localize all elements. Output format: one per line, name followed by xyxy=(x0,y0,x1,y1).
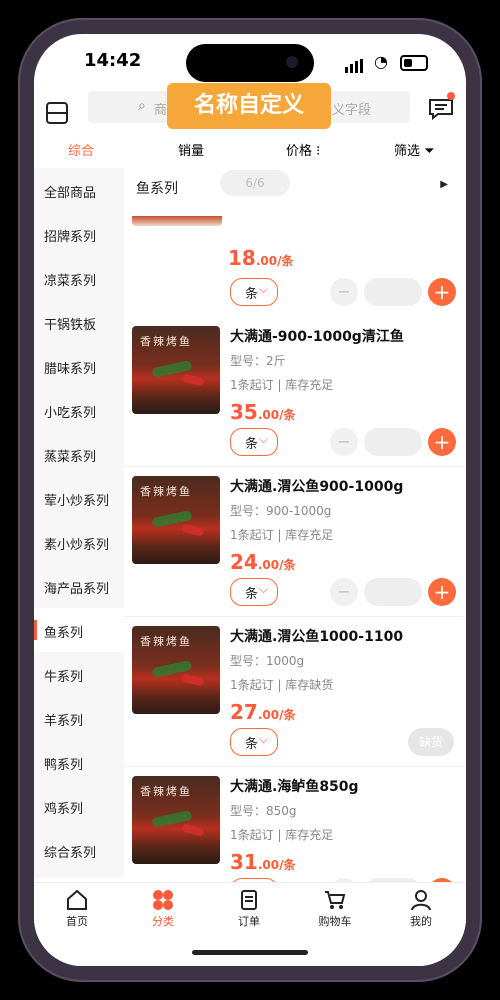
tab-profile[interactable]: 我的 xyxy=(378,889,464,929)
sort-bar: 综合 销量 价格 ⁝ 筛选 ⏷ xyxy=(34,136,466,162)
decrease-button[interactable]: − xyxy=(330,428,358,456)
chevron-down-icon: ⌵ xyxy=(259,282,269,296)
sidebar-item-chicken[interactable]: 鸡系列 xyxy=(34,784,124,828)
product-thumb: 香辣烤鱼 xyxy=(132,476,220,564)
product-price: 18.00/条 xyxy=(228,246,294,270)
sidebar-item-seafood[interactable]: 海产品系列 xyxy=(34,564,124,608)
sidebar-item-duck[interactable]: 鸭系列 xyxy=(34,740,124,784)
sidebar-item-steamed[interactable]: 蒸菜系列 xyxy=(34,432,124,476)
tab-category[interactable]: 分类 xyxy=(120,889,206,929)
tab-orders[interactable]: 订单 xyxy=(206,889,292,929)
product-name: 大满通.渭公鱼1000-1100 xyxy=(230,629,404,645)
product-price: 24.00/条 xyxy=(230,550,296,574)
product-thumb: 香辣烤鱼 xyxy=(132,626,220,714)
sidebar-item-beef[interactable]: 牛系列 xyxy=(34,652,124,696)
product-thumb-partial xyxy=(132,216,222,226)
sidebar-item-meat-stirfry[interactable]: 荤小炒系列 xyxy=(34,476,124,520)
message-icon[interactable] xyxy=(428,98,454,120)
page-indicator: 6/6 xyxy=(220,170,290,196)
sort-price[interactable]: 价格 ⁝ xyxy=(286,140,320,159)
product-price: 31.00/条 xyxy=(230,850,296,874)
product-stock: 1条起订 | 库存缺货 xyxy=(230,678,334,692)
home-icon xyxy=(67,889,87,910)
add-button[interactable]: + xyxy=(428,278,456,306)
unit-select[interactable]: 条⌵ xyxy=(230,278,278,306)
sidebar-item-lamb[interactable]: 羊系列 xyxy=(34,696,124,740)
app-screen: 14:42 ◔ ⌕ 商 义字段 名称自定义 综合 销量 价格 ⁝ 筛选 ⏷ 全部… xyxy=(34,34,466,966)
product-price: 27.00/条 xyxy=(230,700,296,724)
search-placeholder-left: 商 xyxy=(154,103,168,118)
product-model: 型号：850g xyxy=(230,804,297,818)
status-time: 14:42 xyxy=(84,50,142,71)
cart-icon xyxy=(325,891,346,909)
category-icon xyxy=(153,890,173,910)
camera-icon xyxy=(286,56,298,68)
sort-filter[interactable]: 筛选 ⏷ xyxy=(394,140,435,159)
product-model: 型号：1000g xyxy=(230,654,305,668)
category-sidebar: 全部商品 招牌系列 凉菜系列 干锅铁板 腊味系列 小吃系列 蒸菜系列 荤小炒系列… xyxy=(34,168,124,878)
sidebar-item-all[interactable]: 全部商品 xyxy=(34,168,124,212)
product-thumb: 香辣烤鱼 xyxy=(132,326,220,414)
wifi-icon: ◔ xyxy=(374,52,388,71)
unit-select[interactable]: 条⌵ xyxy=(230,428,278,456)
tab-cart[interactable]: 购物车 xyxy=(292,889,378,929)
product-name: 大满通.渭公鱼900-1000g xyxy=(230,479,404,495)
product-stock: 1条起订 | 库存充足 xyxy=(230,528,334,542)
filter-icon: ⏷ xyxy=(420,144,435,159)
sort-overall[interactable]: 综合 xyxy=(68,140,94,159)
sidebar-item-cold[interactable]: 凉菜系列 xyxy=(34,256,124,300)
user-icon xyxy=(411,890,431,911)
sidebar-item-fish[interactable]: 鱼系列 xyxy=(34,608,124,652)
product-name: 大满通-900-1000g清江鱼 xyxy=(230,329,404,345)
order-icon xyxy=(241,890,257,910)
top-bar: ⌕ 商 义字段 名称自定义 xyxy=(34,83,466,136)
sidebar-item-mixed[interactable]: 综合系列 xyxy=(34,828,124,872)
status-bar: 14:42 ◔ xyxy=(34,34,466,86)
tab-home[interactable]: 首页 xyxy=(34,889,120,929)
home-indicator xyxy=(192,950,308,955)
unit-select[interactable]: 条⌵ xyxy=(230,728,278,756)
decrease-button[interactable]: − xyxy=(330,278,358,306)
product-name: 大满通.海鲈鱼850g xyxy=(230,779,359,795)
quantity-input[interactable] xyxy=(364,428,422,456)
battery-icon xyxy=(400,55,428,71)
sidebar-item-signature[interactable]: 招牌系列 xyxy=(34,212,124,256)
scan-icon[interactable] xyxy=(46,102,68,124)
product-thumb: 香辣烤鱼 xyxy=(132,776,220,864)
filter-label: 筛选 xyxy=(394,144,421,159)
sidebar-item-veg-stirfry[interactable]: 素小炒系列 xyxy=(34,520,124,564)
sidebar-item-snack[interactable]: 小吃系列 xyxy=(34,388,124,432)
chevron-down-icon: ⌵ xyxy=(259,432,269,446)
product-model: 型号：900-1000g xyxy=(230,504,332,518)
sort-sales[interactable]: 销量 xyxy=(178,140,204,159)
series-title: 鱼系列 xyxy=(136,181,178,197)
sidebar-item-cured[interactable]: 腊味系列 xyxy=(34,344,124,388)
unit-select[interactable]: 条⌵ xyxy=(230,578,278,606)
product-list: 鱼系列 ▶ 6/6 18.00/条 条 ⌵ − + 香辣烤鱼 大满通-900-10… xyxy=(124,168,466,917)
add-button[interactable]: + xyxy=(428,578,456,606)
decrease-button[interactable]: − xyxy=(330,578,358,606)
search-placeholder-right: 义字段 xyxy=(332,103,372,118)
sold-out-button: 缺货 xyxy=(408,728,454,756)
product-card[interactable]: 香辣烤鱼 大满通-900-1000g清江鱼 型号：2斤 1条起订 | 库存充足 … xyxy=(124,316,466,467)
quantity-input[interactable] xyxy=(364,578,422,606)
product-stock: 1条起订 | 库存充足 xyxy=(230,378,334,392)
series-arrow-icon[interactable]: ▶ xyxy=(440,179,448,190)
quantity-input[interactable] xyxy=(364,278,422,306)
chevron-down-icon: ⌵ xyxy=(259,732,269,746)
product-stock: 1条起订 | 库存充足 xyxy=(230,828,334,842)
message-dot xyxy=(447,92,455,100)
add-button[interactable]: + xyxy=(428,428,456,456)
dynamic-island xyxy=(186,44,314,82)
product-price: 35.00/条 xyxy=(230,400,296,424)
product-card[interactable]: 香辣烤鱼 大满通.渭公鱼1000-1100 型号：1000g 1条起订 | 库存… xyxy=(124,616,466,767)
chevron-down-icon: ⌵ xyxy=(259,582,269,596)
sidebar-item-drypot[interactable]: 干锅铁板 xyxy=(34,300,124,344)
product-model: 型号：2斤 xyxy=(230,354,286,368)
signal-icon xyxy=(345,54,365,73)
product-card[interactable]: 香辣烤鱼 大满通.渭公鱼900-1000g 型号：900-1000g 1条起订 … xyxy=(124,466,466,617)
active-indicator xyxy=(34,620,37,640)
custom-name-badge: 名称自定义 xyxy=(167,83,331,129)
search-icon: ⌕ xyxy=(138,98,146,114)
